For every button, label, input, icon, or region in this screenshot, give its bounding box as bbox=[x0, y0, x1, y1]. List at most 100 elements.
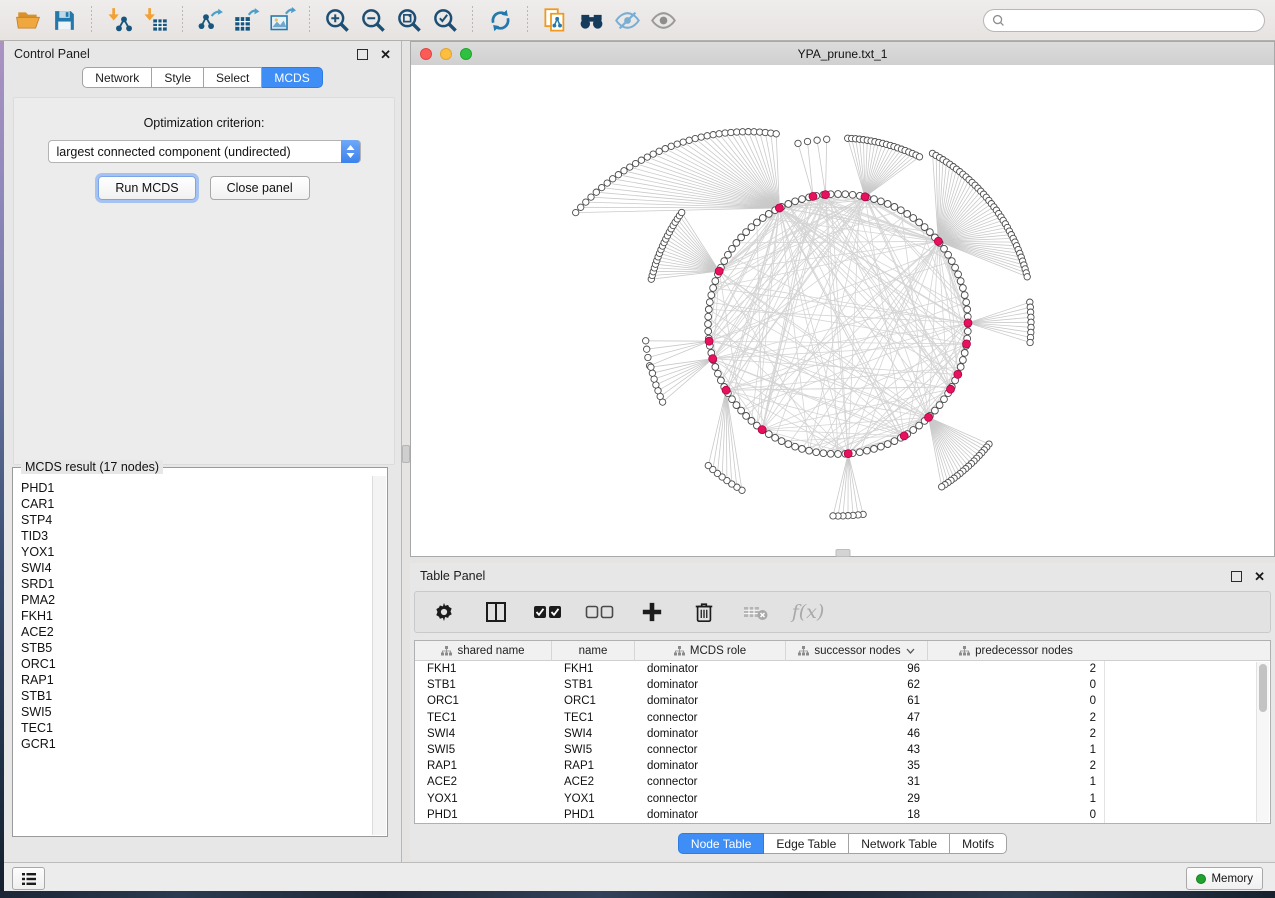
delete-column-button[interactable] bbox=[689, 597, 719, 627]
memory-label: Memory bbox=[1211, 873, 1253, 885]
vertical-splitter-handle[interactable] bbox=[402, 445, 410, 463]
tab-node-table[interactable]: Node Table bbox=[678, 833, 765, 854]
tab-style[interactable]: Style bbox=[152, 67, 204, 88]
column-header-shared-name[interactable]: shared name bbox=[415, 641, 552, 661]
mcds-result-item[interactable]: PMA2 bbox=[21, 592, 373, 608]
tree-icon bbox=[441, 646, 452, 656]
network-canvas[interactable] bbox=[411, 65, 1274, 556]
search-input[interactable] bbox=[1005, 12, 1256, 28]
select-all-checkboxes-button[interactable] bbox=[533, 597, 563, 627]
network-graph[interactable] bbox=[411, 65, 1274, 556]
mcds-result-item[interactable]: CAR1 bbox=[21, 496, 373, 512]
columns-icon bbox=[484, 600, 508, 624]
table-cell-shared-name: SWI4 bbox=[415, 728, 552, 740]
close-panel-icon[interactable]: ✕ bbox=[1254, 572, 1265, 581]
mcds-result-item[interactable]: SWI5 bbox=[21, 704, 373, 720]
import-network-button[interactable] bbox=[103, 4, 135, 36]
tree-icon bbox=[798, 646, 809, 656]
mcds-result-item[interactable]: STB1 bbox=[21, 688, 373, 704]
column-header-name[interactable]: name bbox=[552, 641, 635, 661]
mcds-result-item[interactable]: SWI4 bbox=[21, 560, 373, 576]
table-row[interactable]: PHD1PHD1dominator180 bbox=[415, 807, 1270, 823]
run-mcds-button[interactable]: Run MCDS bbox=[98, 176, 195, 200]
memory-button[interactable]: Memory bbox=[1186, 867, 1263, 890]
zoom-selected-button[interactable] bbox=[429, 4, 461, 36]
mcds-result-item[interactable]: STP4 bbox=[21, 512, 373, 528]
show-column-button[interactable] bbox=[481, 597, 511, 627]
close-panel-button[interactable]: Close panel bbox=[210, 176, 310, 200]
delete-table-button[interactable] bbox=[741, 597, 771, 627]
tab-network[interactable]: Network bbox=[82, 67, 152, 88]
close-panel-icon[interactable]: ✕ bbox=[380, 50, 391, 59]
table-row[interactable]: RAP1RAP1dominator352 bbox=[415, 758, 1270, 774]
table-row[interactable]: ORC1ORC1dominator610 bbox=[415, 693, 1270, 709]
table-row[interactable]: FKH1FKH1dominator962 bbox=[415, 661, 1270, 677]
tab-motifs[interactable]: Motifs bbox=[950, 833, 1007, 854]
mcds-result-item[interactable]: ORC1 bbox=[21, 656, 373, 672]
first-neighbors-button[interactable] bbox=[575, 4, 607, 36]
export-image-button[interactable] bbox=[266, 4, 298, 36]
optimization-criterion-select[interactable]: largest connected component (undirected) bbox=[48, 140, 361, 163]
mcds-result-scrollbar[interactable] bbox=[372, 476, 386, 835]
mcds-result-item[interactable]: YOX1 bbox=[21, 544, 373, 560]
task-history-button[interactable] bbox=[12, 867, 45, 890]
function-builder-button[interactable]: f(x) bbox=[793, 597, 823, 627]
float-window-icon[interactable] bbox=[1231, 571, 1242, 582]
app-window: Control Panel ✕ NetworkStyleSelectMCDS O… bbox=[0, 0, 1275, 898]
mcds-result-item[interactable]: ACE2 bbox=[21, 624, 373, 640]
table-scrollbar-thumb[interactable] bbox=[1259, 664, 1267, 712]
deselect-all-checkboxes-button[interactable] bbox=[585, 597, 615, 627]
export-network-icon bbox=[197, 7, 224, 34]
mcds-result-item[interactable]: FKH1 bbox=[21, 608, 373, 624]
table-cell-mcds-role: dominator bbox=[635, 728, 786, 740]
column-header-mcds-role[interactable]: MCDS role bbox=[635, 641, 786, 661]
table-scrollbar[interactable] bbox=[1256, 662, 1269, 822]
table-row[interactable]: STB1STB1dominator620 bbox=[415, 677, 1270, 693]
mcds-result-item[interactable]: TEC1 bbox=[21, 720, 373, 736]
mcds-result-item[interactable]: RAP1 bbox=[21, 672, 373, 688]
main-toolbar bbox=[0, 0, 1275, 41]
last-column-border bbox=[1104, 661, 1105, 823]
mcds-result-item[interactable]: STB5 bbox=[21, 640, 373, 656]
export-network-button[interactable] bbox=[194, 4, 226, 36]
column-header-successor-nodes[interactable]: successor nodes bbox=[786, 641, 928, 661]
tab-edge-table[interactable]: Edge Table bbox=[764, 833, 849, 854]
column-header-predecessor-nodes[interactable]: predecessor nodes bbox=[928, 641, 1104, 661]
show-all-button[interactable] bbox=[647, 4, 679, 36]
table-row[interactable]: ACE2ACE2connector311 bbox=[415, 774, 1270, 790]
zoom-in-button[interactable] bbox=[321, 4, 353, 36]
mcds-result-item[interactable]: PHD1 bbox=[21, 480, 373, 496]
table-settings-button[interactable] bbox=[429, 597, 459, 627]
new-network-from-selection-button[interactable] bbox=[539, 4, 571, 36]
export-image-icon bbox=[269, 7, 296, 34]
toolbar-separator bbox=[91, 6, 92, 34]
mcds-result-list[interactable]: PHD1CAR1STP4TID3YOX1SWI4SRD1PMA2FKH1ACE2… bbox=[14, 476, 373, 835]
tab-mcds[interactable]: MCDS bbox=[262, 67, 322, 88]
zoom-out-button[interactable] bbox=[357, 4, 389, 36]
network-window-titlebar[interactable]: YPA_prune.txt_1 bbox=[411, 42, 1274, 66]
float-window-icon[interactable] bbox=[357, 49, 368, 60]
table-row[interactable]: TEC1TEC1connector472 bbox=[415, 710, 1270, 726]
horizontal-splitter-handle[interactable] bbox=[835, 549, 850, 557]
import-table-button[interactable] bbox=[139, 4, 171, 36]
table-cell-shared-name: STB1 bbox=[415, 679, 552, 691]
open-session-button[interactable] bbox=[12, 4, 44, 36]
export-table-button[interactable] bbox=[230, 4, 262, 36]
tab-network-table[interactable]: Network Table bbox=[849, 833, 950, 854]
save-session-button[interactable] bbox=[48, 4, 80, 36]
table-row[interactable]: YOX1YOX1connector291 bbox=[415, 791, 1270, 807]
zoom-fit-button[interactable] bbox=[393, 4, 425, 36]
tab-select[interactable]: Select bbox=[204, 67, 262, 88]
table-row[interactable]: SWI5SWI5connector431 bbox=[415, 742, 1270, 758]
table-cell-mcds-role: dominator bbox=[635, 760, 786, 772]
mcds-result-item[interactable]: SRD1 bbox=[21, 576, 373, 592]
table-row[interactable]: SWI4SWI4dominator462 bbox=[415, 726, 1270, 742]
hide-selected-button[interactable] bbox=[611, 4, 643, 36]
add-column-button[interactable] bbox=[637, 597, 667, 627]
mcds-result-item[interactable]: TID3 bbox=[21, 528, 373, 544]
table-cell-mcds-role: connector bbox=[635, 776, 786, 788]
mcds-result-item[interactable]: GCR1 bbox=[21, 736, 373, 752]
export-table-icon bbox=[233, 7, 260, 34]
control-panel: Control Panel ✕ NetworkStyleSelectMCDS O… bbox=[4, 41, 402, 862]
apply-layout-button[interactable] bbox=[484, 4, 516, 36]
